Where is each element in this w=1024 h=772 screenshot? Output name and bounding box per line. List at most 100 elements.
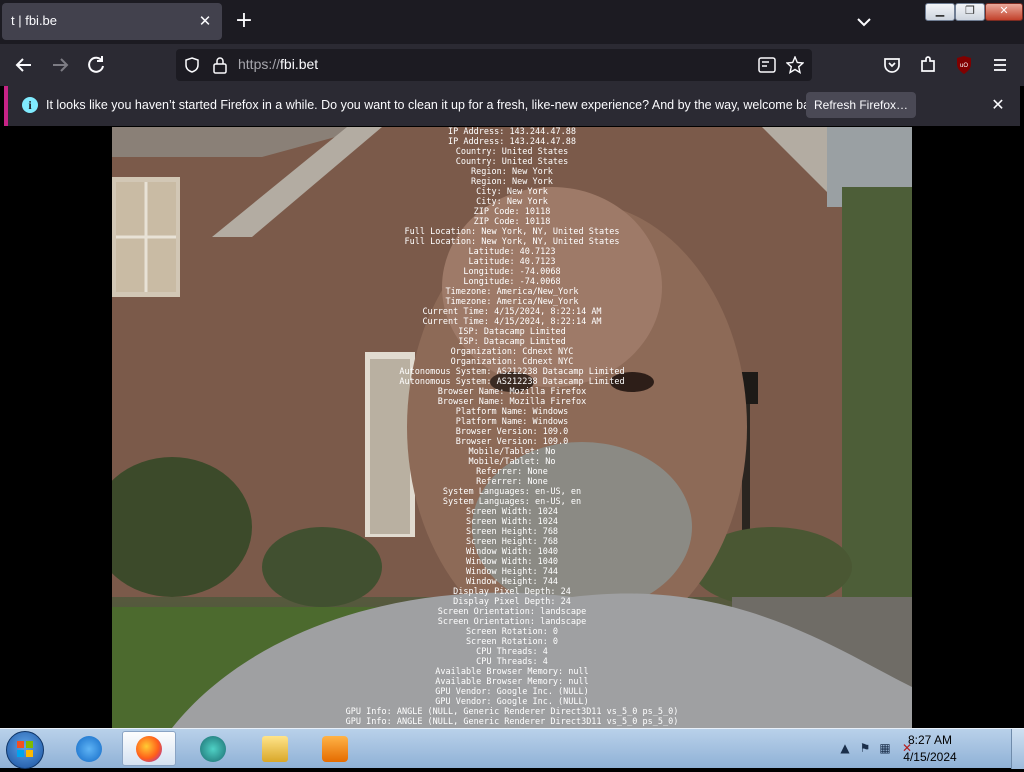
info-line: Browser Version: 109.0: [455, 437, 569, 447]
info-line: Display Pixel Depth: 24: [453, 587, 571, 597]
list-all-tabs-button[interactable]: [852, 10, 876, 34]
info-line: Browser Name: Mozilla Firefox: [437, 387, 587, 397]
info-line: Referrer: None: [476, 467, 548, 477]
notification-message: It looks like you haven’t started Firefo…: [46, 98, 827, 112]
close-notification-icon[interactable]: ✕: [988, 95, 1008, 115]
info-line: Timezone: America/New_York: [445, 297, 579, 307]
start-button[interactable]: [6, 731, 44, 769]
info-line: ZIP Code: 10118: [473, 217, 551, 227]
ublock-icon: uO: [957, 56, 971, 74]
info-line: CPU Threads: 4: [476, 647, 548, 657]
url-bar[interactable]: https://fbi.bet: [176, 49, 812, 81]
info-line: Display Pixel Depth: 24: [453, 597, 571, 607]
info-line: ISP: Datacamp Limited: [458, 337, 566, 347]
close-tab-icon[interactable]: ✕: [196, 12, 214, 30]
info-line: Latitude: 40.7123: [468, 247, 556, 257]
shield-icon[interactable]: [184, 57, 200, 73]
info-line: Country: United States: [455, 147, 569, 157]
info-line: Mobile/Tablet: No: [468, 447, 556, 457]
info-line: Screen Rotation: 0: [465, 627, 559, 637]
info-line: GPU Info: ANGLE (NULL, Generic Renderer …: [345, 717, 679, 727]
action-center-flag-icon[interactable]: ⚑: [858, 741, 872, 755]
maximize-window-button[interactable]: ❐: [955, 3, 985, 21]
windows-logo-icon: [17, 741, 33, 757]
show-hidden-icons-icon[interactable]: ▲: [838, 741, 852, 755]
app-menu-button[interactable]: [988, 53, 1012, 77]
taskbar-item-firefox[interactable]: [122, 731, 176, 766]
info-line: Current Time: 4/15/2024, 8:22:14 AM: [422, 307, 602, 317]
navigation-toolbar: https://fbi.bet uO: [0, 44, 1024, 86]
info-line: Country: United States: [455, 157, 569, 167]
page-content: IP Address: 143.244.47.88 IP Address: 143…: [0, 127, 1024, 728]
info-line: Window Width: 1040: [465, 557, 559, 567]
info-line: GPU Vendor: Google Inc. (NULL): [435, 697, 589, 707]
media-player-icon: [322, 735, 348, 762]
show-desktop-button[interactable]: [1011, 729, 1024, 769]
reload-icon: [88, 56, 104, 73]
star-icon[interactable]: [786, 56, 804, 74]
info-line: Screen Height: 768: [465, 527, 559, 537]
info-line: Platform Name: Windows: [455, 407, 569, 417]
info-line: Window Height: 744: [465, 567, 559, 577]
back-button[interactable]: [12, 53, 36, 77]
clock-date[interactable]: 4/15/2024: [890, 750, 970, 764]
lock-icon[interactable]: [212, 56, 228, 74]
info-line: Full Location: New York, NY, United Stat…: [404, 237, 620, 247]
info-line: Browser Name: Mozilla Firefox: [437, 397, 587, 407]
info-line: Window Height: 744: [465, 577, 559, 587]
info-line: Current Time: 4/15/2024, 8:22:14 AM: [422, 317, 602, 327]
forward-button[interactable]: [48, 53, 72, 77]
refresh-firefox-button[interactable]: Refresh Firefox…: [806, 92, 916, 118]
clock-time[interactable]: 8:27 AM: [890, 733, 970, 747]
info-line: IP Address: 143.244.47.88: [448, 127, 576, 137]
info-line: City: New York: [476, 197, 548, 207]
taskbar-item-app[interactable]: [186, 731, 240, 766]
reader-view-icon[interactable]: [758, 57, 776, 73]
info-line: Available Browser Memory: null: [435, 677, 589, 687]
minimize-window-button[interactable]: ▁: [925, 3, 955, 21]
info-line: GPU Info: ANGLE (NULL, Generic Renderer …: [345, 707, 679, 717]
info-line: Timezone: America/New_York: [445, 287, 579, 297]
info-line: Region: New York: [471, 167, 553, 177]
minimize-icon: ▁: [935, 4, 945, 17]
arrow-left-icon: [15, 58, 31, 72]
info-line: Autonomous System: AS212238 Datacamp Lim…: [399, 377, 625, 387]
info-line: GPU Vendor: Google Inc. (NULL): [435, 687, 589, 697]
info-line: Longitude: -74.0068: [463, 277, 561, 287]
info-line: Screen Rotation: 0: [465, 637, 559, 647]
info-line: Screen Height: 768: [465, 537, 559, 547]
info-line: System Languages: en-US, en: [442, 487, 582, 497]
tab-title: t | fbi.be: [11, 13, 58, 28]
firefox-icon: [136, 735, 162, 762]
info-line: Latitude: 40.7123: [468, 257, 556, 267]
info-line: Mobile/Tablet: No: [468, 457, 556, 467]
info-line: Browser Version: 109.0: [455, 427, 569, 437]
restore-icon: ❐: [965, 4, 975, 17]
svg-text:uO: uO: [960, 63, 968, 69]
new-tab-button[interactable]: +: [232, 9, 256, 33]
info-line: Available Browser Memory: null: [435, 667, 589, 677]
ublock-button[interactable]: uO: [952, 53, 976, 77]
browser-tab[interactable]: t | fbi.be ✕: [2, 3, 222, 40]
info-line: Screen Orientation: landscape: [437, 617, 587, 627]
close-icon: ✕: [999, 4, 1009, 17]
system-tray: ▲ ⚑ ▦ ✕ 8:27 AM 4/15/2024: [834, 729, 1024, 769]
url-text[interactable]: https://fbi.bet: [238, 56, 318, 72]
info-line: Window Width: 1040: [465, 547, 559, 557]
taskbar-item-media-player[interactable]: [308, 731, 362, 766]
taskbar-item-file-explorer[interactable]: [248, 731, 302, 766]
file-explorer-icon: [262, 735, 288, 762]
app-icon: [200, 735, 226, 762]
info-line: System Languages: en-US, en: [442, 497, 582, 507]
info-line: ISP: Datacamp Limited: [458, 327, 566, 337]
extensions-button[interactable]: [916, 53, 940, 77]
info-line: Screen Width: 1024: [465, 507, 559, 517]
taskbar: ▲ ⚑ ▦ ✕ 8:27 AM 4/15/2024: [0, 728, 1024, 769]
pocket-button[interactable]: [880, 53, 904, 77]
info-line: Longitude: -74.0068: [463, 267, 561, 277]
reload-button[interactable]: [84, 53, 108, 77]
info-line: Autonomous System: AS212238 Datacamp Lim…: [399, 367, 625, 377]
url-scheme: https://: [238, 56, 281, 72]
close-window-button[interactable]: ✕: [985, 3, 1023, 21]
taskbar-item-internet-explorer[interactable]: [62, 731, 116, 766]
